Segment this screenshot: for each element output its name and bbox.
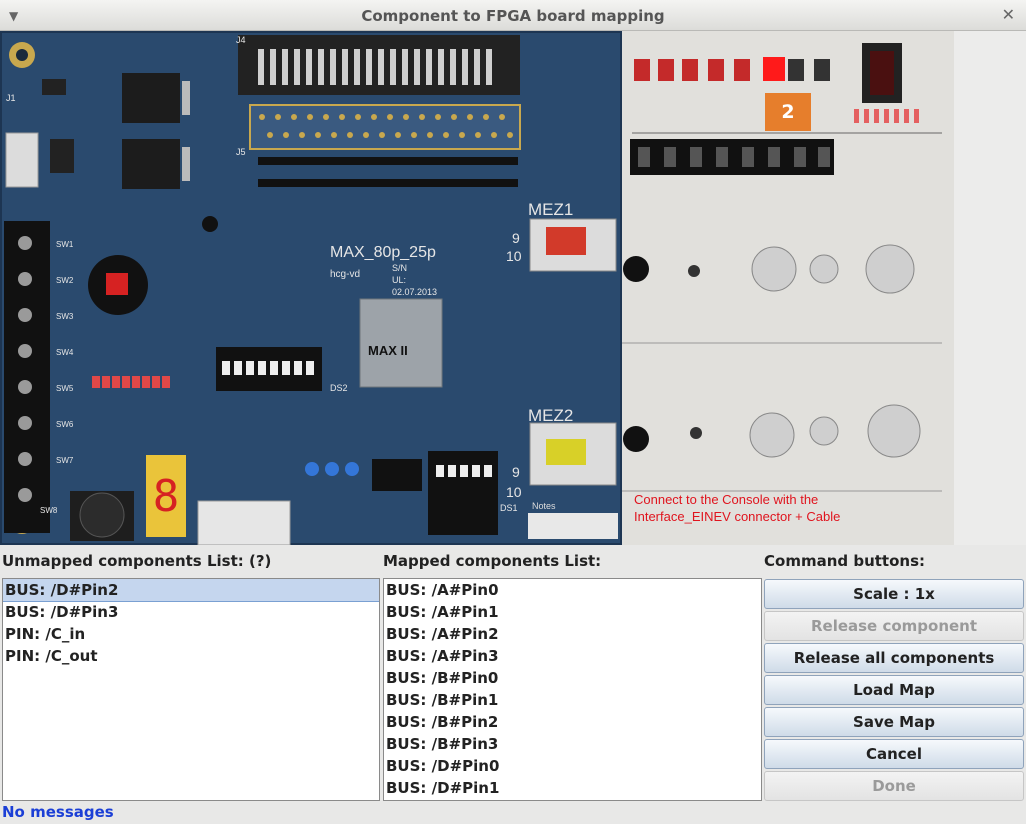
save-map-button[interactable]: Save Map — [764, 707, 1024, 737]
mez2-pin9: 9 — [512, 464, 520, 480]
ul-label: UL: — [392, 275, 406, 285]
sw3-label: SW3 — [56, 312, 74, 321]
callout-badge-2: 2 — [765, 93, 811, 131]
sn-label: S/N — [392, 263, 407, 273]
fpga-board-image[interactable]: MAX II 8 MAX_80p_25p hcg-vd S/N UL: 02.0… — [0, 31, 622, 545]
mez2-pin10: 10 — [506, 484, 522, 500]
unmapped-list-label: Unmapped components List: (?) — [2, 552, 272, 570]
mapped-list-label: Mapped components List: — [383, 552, 602, 570]
unmapped-list-item[interactable]: BUS: /D#Pin3 — [3, 601, 379, 623]
mez1-pin9: 9 — [512, 230, 520, 246]
sw2-label: SW2 — [56, 276, 74, 285]
chip-label: MAX II — [368, 343, 408, 358]
j1-label: J1 — [6, 93, 16, 103]
scale-button[interactable]: Scale : 1x — [764, 579, 1024, 609]
sw7-label: SW7 — [56, 456, 74, 465]
sw6-label: SW6 — [56, 420, 74, 429]
module-sub: hcg-vd — [330, 269, 360, 280]
j5-label: J5 — [236, 147, 246, 157]
module-title: MAX_80p_25p — [330, 244, 436, 261]
done-button[interactable]: Done — [764, 771, 1024, 801]
sw5-label: SW5 — [56, 384, 74, 393]
window-title: Component to FPGA board mapping — [361, 7, 665, 25]
mapped-list-item[interactable]: BUS: /B#Pin2 — [384, 711, 761, 733]
mez2-label: MEZ2 — [528, 406, 573, 425]
seven-segment-digit: 8 — [153, 471, 180, 522]
command-buttons-label: Command buttons: — [764, 552, 926, 570]
ds2-label: DS2 — [330, 383, 348, 393]
mapped-list-item[interactable]: BUS: /D#Pin0 — [384, 755, 761, 777]
mapped-list-item[interactable]: BUS: /A#Pin3 — [384, 645, 761, 667]
mapped-list-item[interactable]: BUS: /B#Pin1 — [384, 689, 761, 711]
sw1-label: SW1 — [56, 240, 74, 249]
mapped-list[interactable]: BUS: /A#Pin0 BUS: /A#Pin1 BUS: /A#Pin2 B… — [383, 578, 762, 801]
module-date: 02.07.2013 — [392, 287, 437, 297]
j4-label: J4 — [236, 35, 246, 45]
console-warning-line2: Interface_EINEV connector + Cable — [634, 509, 840, 524]
unmapped-list[interactable]: BUS: /D#Pin2 BUS: /D#Pin3 PIN: /C_in PIN… — [2, 578, 380, 801]
ds1-label: DS1 — [500, 503, 518, 513]
mapped-list-item[interactable]: BUS: /B#Pin3 — [384, 733, 761, 755]
mapped-list-item[interactable]: BUS: /A#Pin0 — [384, 579, 761, 601]
status-message: No messages — [2, 803, 114, 821]
release-all-components-button[interactable]: Release all components — [764, 643, 1024, 673]
mapped-list-item[interactable]: BUS: /D#Pin1 — [384, 777, 761, 799]
mez1-label: MEZ1 — [528, 200, 573, 219]
console-warning-line1: Connect to the Console with the — [634, 492, 818, 507]
sw4-label: SW4 — [56, 348, 74, 357]
unmapped-list-item[interactable]: PIN: /C_out — [3, 645, 379, 667]
image-padding — [954, 31, 1026, 545]
release-component-button[interactable]: Release component — [764, 611, 1024, 641]
notes-label: Notes — [532, 501, 556, 511]
unmapped-list-item[interactable]: PIN: /C_in — [3, 623, 379, 645]
close-icon[interactable]: ✕ — [1002, 5, 1015, 24]
load-map-button[interactable]: Load Map — [764, 675, 1024, 705]
unmapped-list-item[interactable]: BUS: /D#Pin2 — [3, 579, 379, 602]
window-titlebar: ▼ Component to FPGA board mapping ✕ — [0, 0, 1026, 31]
sw8-label: SW8 — [40, 506, 58, 515]
mapped-list-item[interactable]: BUS: /A#Pin1 — [384, 601, 761, 623]
mapped-list-item[interactable]: BUS: /B#Pin0 — [384, 667, 761, 689]
mapped-list-item[interactable]: BUS: /A#Pin2 — [384, 623, 761, 645]
mez1-pin10: 10 — [506, 248, 522, 264]
cancel-button[interactable]: Cancel — [764, 739, 1024, 769]
